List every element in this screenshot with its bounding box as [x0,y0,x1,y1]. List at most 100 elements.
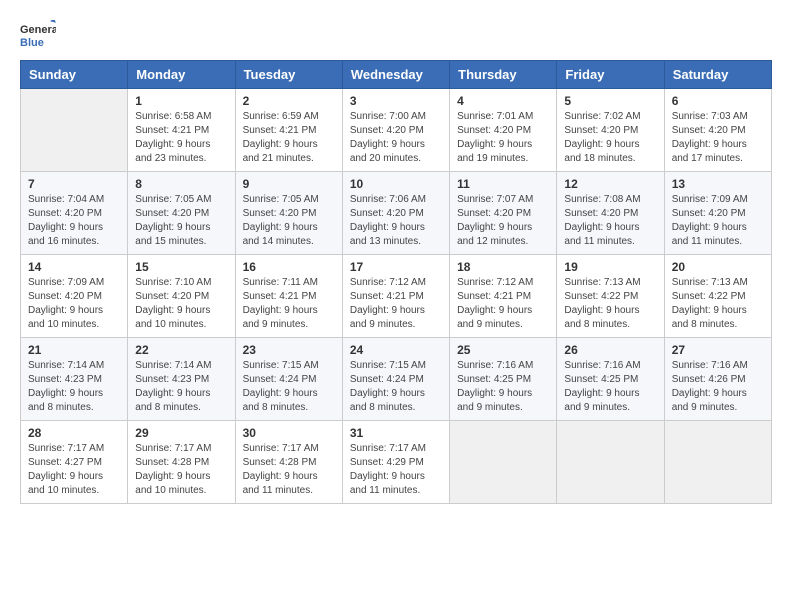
calendar-cell: 20 Sunrise: 7:13 AMSunset: 4:22 PMDayligh… [664,255,771,338]
calendar-cell: 15 Sunrise: 7:10 AMSunset: 4:20 PMDayligh… [128,255,235,338]
day-number: 1 [135,94,227,108]
calendar-cell: 1 Sunrise: 6:58 AMSunset: 4:21 PMDaylight… [128,89,235,172]
day-number: 28 [28,426,120,440]
day-number: 4 [457,94,549,108]
day-number: 14 [28,260,120,274]
cell-content: Sunrise: 7:06 AMSunset: 4:20 PMDaylight:… [350,193,442,249]
day-number: 13 [672,177,764,191]
cell-content: Sunrise: 7:12 AMSunset: 4:21 PMDaylight:… [457,276,549,332]
cell-content: Sunrise: 6:58 AMSunset: 4:21 PMDaylight:… [135,110,227,166]
page-header: General Blue [20,20,772,50]
cell-content: Sunrise: 7:02 AMSunset: 4:20 PMDaylight:… [564,110,656,166]
calendar-cell: 12Sunrise: 7:08 AMSunset: 4:20 PMDayligh… [557,172,664,255]
calendar-cell: 8 Sunrise: 7:05 AMSunset: 4:20 PMDaylight… [128,172,235,255]
day-number: 20 [672,260,764,274]
cell-content: Sunrise: 7:10 AMSunset: 4:20 PMDaylight:… [135,276,227,332]
column-header-monday: Monday [128,61,235,89]
calendar-cell: 25Sunrise: 7:16 AMSunset: 4:25 PMDayligh… [450,338,557,421]
calendar-cell: 28 Sunrise: 7:17 AMSunset: 4:27 PMDayligh… [21,421,128,504]
calendar-cell: 9Sunrise: 7:05 AMSunset: 4:20 PMDaylight… [235,172,342,255]
day-number: 7 [28,177,120,191]
day-number: 15 [135,260,227,274]
calendar-cell: 23Sunrise: 7:15 AMSunset: 4:24 PMDayligh… [235,338,342,421]
calendar-week-row: 21Sunrise: 7:14 AMSunset: 4:23 PMDayligh… [21,338,772,421]
cell-content: Sunrise: 7:00 AMSunset: 4:20 PMDaylight:… [350,110,442,166]
column-header-saturday: Saturday [664,61,771,89]
calendar-cell: 19 Sunrise: 7:13 AMSunset: 4:22 PMDayligh… [557,255,664,338]
column-header-friday: Friday [557,61,664,89]
day-number: 16 [243,260,335,274]
cell-content: Sunrise: 7:08 AMSunset: 4:20 PMDaylight:… [564,193,656,249]
calendar-cell: 24Sunrise: 7:15 AMSunset: 4:24 PMDayligh… [342,338,449,421]
cell-content: Sunrise: 7:04 AMSunset: 4:20 PMDaylight:… [28,193,120,249]
calendar-cell: 17 Sunrise: 7:12 AMSunset: 4:21 PMDayligh… [342,255,449,338]
day-number: 30 [243,426,335,440]
day-number: 24 [350,343,442,357]
calendar-cell: 11 Sunrise: 7:07 AMSunset: 4:20 PMDayligh… [450,172,557,255]
calendar-cell: 21Sunrise: 7:14 AMSunset: 4:23 PMDayligh… [21,338,128,421]
cell-content: Sunrise: 7:16 AMSunset: 4:25 PMDaylight:… [457,359,549,415]
column-header-wednesday: Wednesday [342,61,449,89]
day-number: 2 [243,94,335,108]
column-header-thursday: Thursday [450,61,557,89]
calendar-cell: 4Sunrise: 7:01 AMSunset: 4:20 PMDaylight… [450,89,557,172]
day-number: 18 [457,260,549,274]
calendar-cell [450,421,557,504]
cell-content: Sunrise: 7:11 AMSunset: 4:21 PMDaylight:… [243,276,335,332]
day-number: 6 [672,94,764,108]
cell-content: Sunrise: 7:07 AMSunset: 4:20 PMDaylight:… [457,193,549,249]
cell-content: Sunrise: 7:03 AMSunset: 4:20 PMDaylight:… [672,110,764,166]
cell-content: Sunrise: 7:14 AMSunset: 4:23 PMDaylight:… [28,359,120,415]
calendar-cell: 18 Sunrise: 7:12 AMSunset: 4:21 PMDayligh… [450,255,557,338]
calendar-cell: 16 Sunrise: 7:11 AMSunset: 4:21 PMDayligh… [235,255,342,338]
logo-icon: General Blue [20,20,56,50]
day-number: 31 [350,426,442,440]
calendar-cell: 29 Sunrise: 7:17 AMSunset: 4:28 PMDayligh… [128,421,235,504]
calendar-header-row: SundayMondayTuesdayWednesdayThursdayFrid… [21,61,772,89]
calendar-cell [664,421,771,504]
calendar-cell: 3 Sunrise: 7:00 AMSunset: 4:20 PMDaylight… [342,89,449,172]
calendar-week-row: 14Sunrise: 7:09 AMSunset: 4:20 PMDayligh… [21,255,772,338]
cell-content: Sunrise: 7:17 AMSunset: 4:27 PMDaylight:… [28,442,120,498]
day-number: 10 [350,177,442,191]
calendar-cell: 7 Sunrise: 7:04 AMSunset: 4:20 PMDaylight… [21,172,128,255]
cell-content: Sunrise: 7:12 AMSunset: 4:21 PMDaylight:… [350,276,442,332]
column-header-tuesday: Tuesday [235,61,342,89]
day-number: 8 [135,177,227,191]
calendar-cell: 31 Sunrise: 7:17 AMSunset: 4:29 PMDayligh… [342,421,449,504]
day-number: 23 [243,343,335,357]
day-number: 9 [243,177,335,191]
calendar-cell: 27 Sunrise: 7:16 AMSunset: 4:26 PMDayligh… [664,338,771,421]
calendar-cell: 22 Sunrise: 7:14 AMSunset: 4:23 PMDayligh… [128,338,235,421]
day-number: 27 [672,343,764,357]
calendar-cell [21,89,128,172]
calendar-cell: 2 Sunrise: 6:59 AMSunset: 4:21 PMDaylight… [235,89,342,172]
cell-content: Sunrise: 7:13 AMSunset: 4:22 PMDaylight:… [564,276,656,332]
cell-content: Sunrise: 7:17 AMSunset: 4:29 PMDaylight:… [350,442,442,498]
day-number: 29 [135,426,227,440]
day-number: 19 [564,260,656,274]
cell-content: Sunrise: 7:16 AMSunset: 4:26 PMDaylight:… [672,359,764,415]
cell-content: Sunrise: 7:17 AMSunset: 4:28 PMDaylight:… [135,442,227,498]
cell-content: Sunrise: 6:59 AMSunset: 4:21 PMDaylight:… [243,110,335,166]
cell-content: Sunrise: 7:16 AMSunset: 4:25 PMDaylight:… [564,359,656,415]
cell-content: Sunrise: 7:14 AMSunset: 4:23 PMDaylight:… [135,359,227,415]
day-number: 5 [564,94,656,108]
cell-content: Sunrise: 7:17 AMSunset: 4:28 PMDaylight:… [243,442,335,498]
day-number: 22 [135,343,227,357]
day-number: 3 [350,94,442,108]
cell-content: Sunrise: 7:13 AMSunset: 4:22 PMDaylight:… [672,276,764,332]
calendar-cell: 6 Sunrise: 7:03 AMSunset: 4:20 PMDaylight… [664,89,771,172]
day-number: 17 [350,260,442,274]
calendar-cell: 10 Sunrise: 7:06 AMSunset: 4:20 PMDayligh… [342,172,449,255]
calendar-week-row: 1 Sunrise: 6:58 AMSunset: 4:21 PMDaylight… [21,89,772,172]
calendar-cell: 5 Sunrise: 7:02 AMSunset: 4:20 PMDaylight… [557,89,664,172]
calendar-week-row: 7 Sunrise: 7:04 AMSunset: 4:20 PMDaylight… [21,172,772,255]
cell-content: Sunrise: 7:05 AMSunset: 4:20 PMDaylight:… [135,193,227,249]
column-header-sunday: Sunday [21,61,128,89]
svg-text:Blue: Blue [20,37,44,49]
day-number: 11 [457,177,549,191]
calendar-cell: 14Sunrise: 7:09 AMSunset: 4:20 PMDayligh… [21,255,128,338]
calendar-cell: 13Sunrise: 7:09 AMSunset: 4:20 PMDayligh… [664,172,771,255]
logo: General Blue [20,20,56,50]
